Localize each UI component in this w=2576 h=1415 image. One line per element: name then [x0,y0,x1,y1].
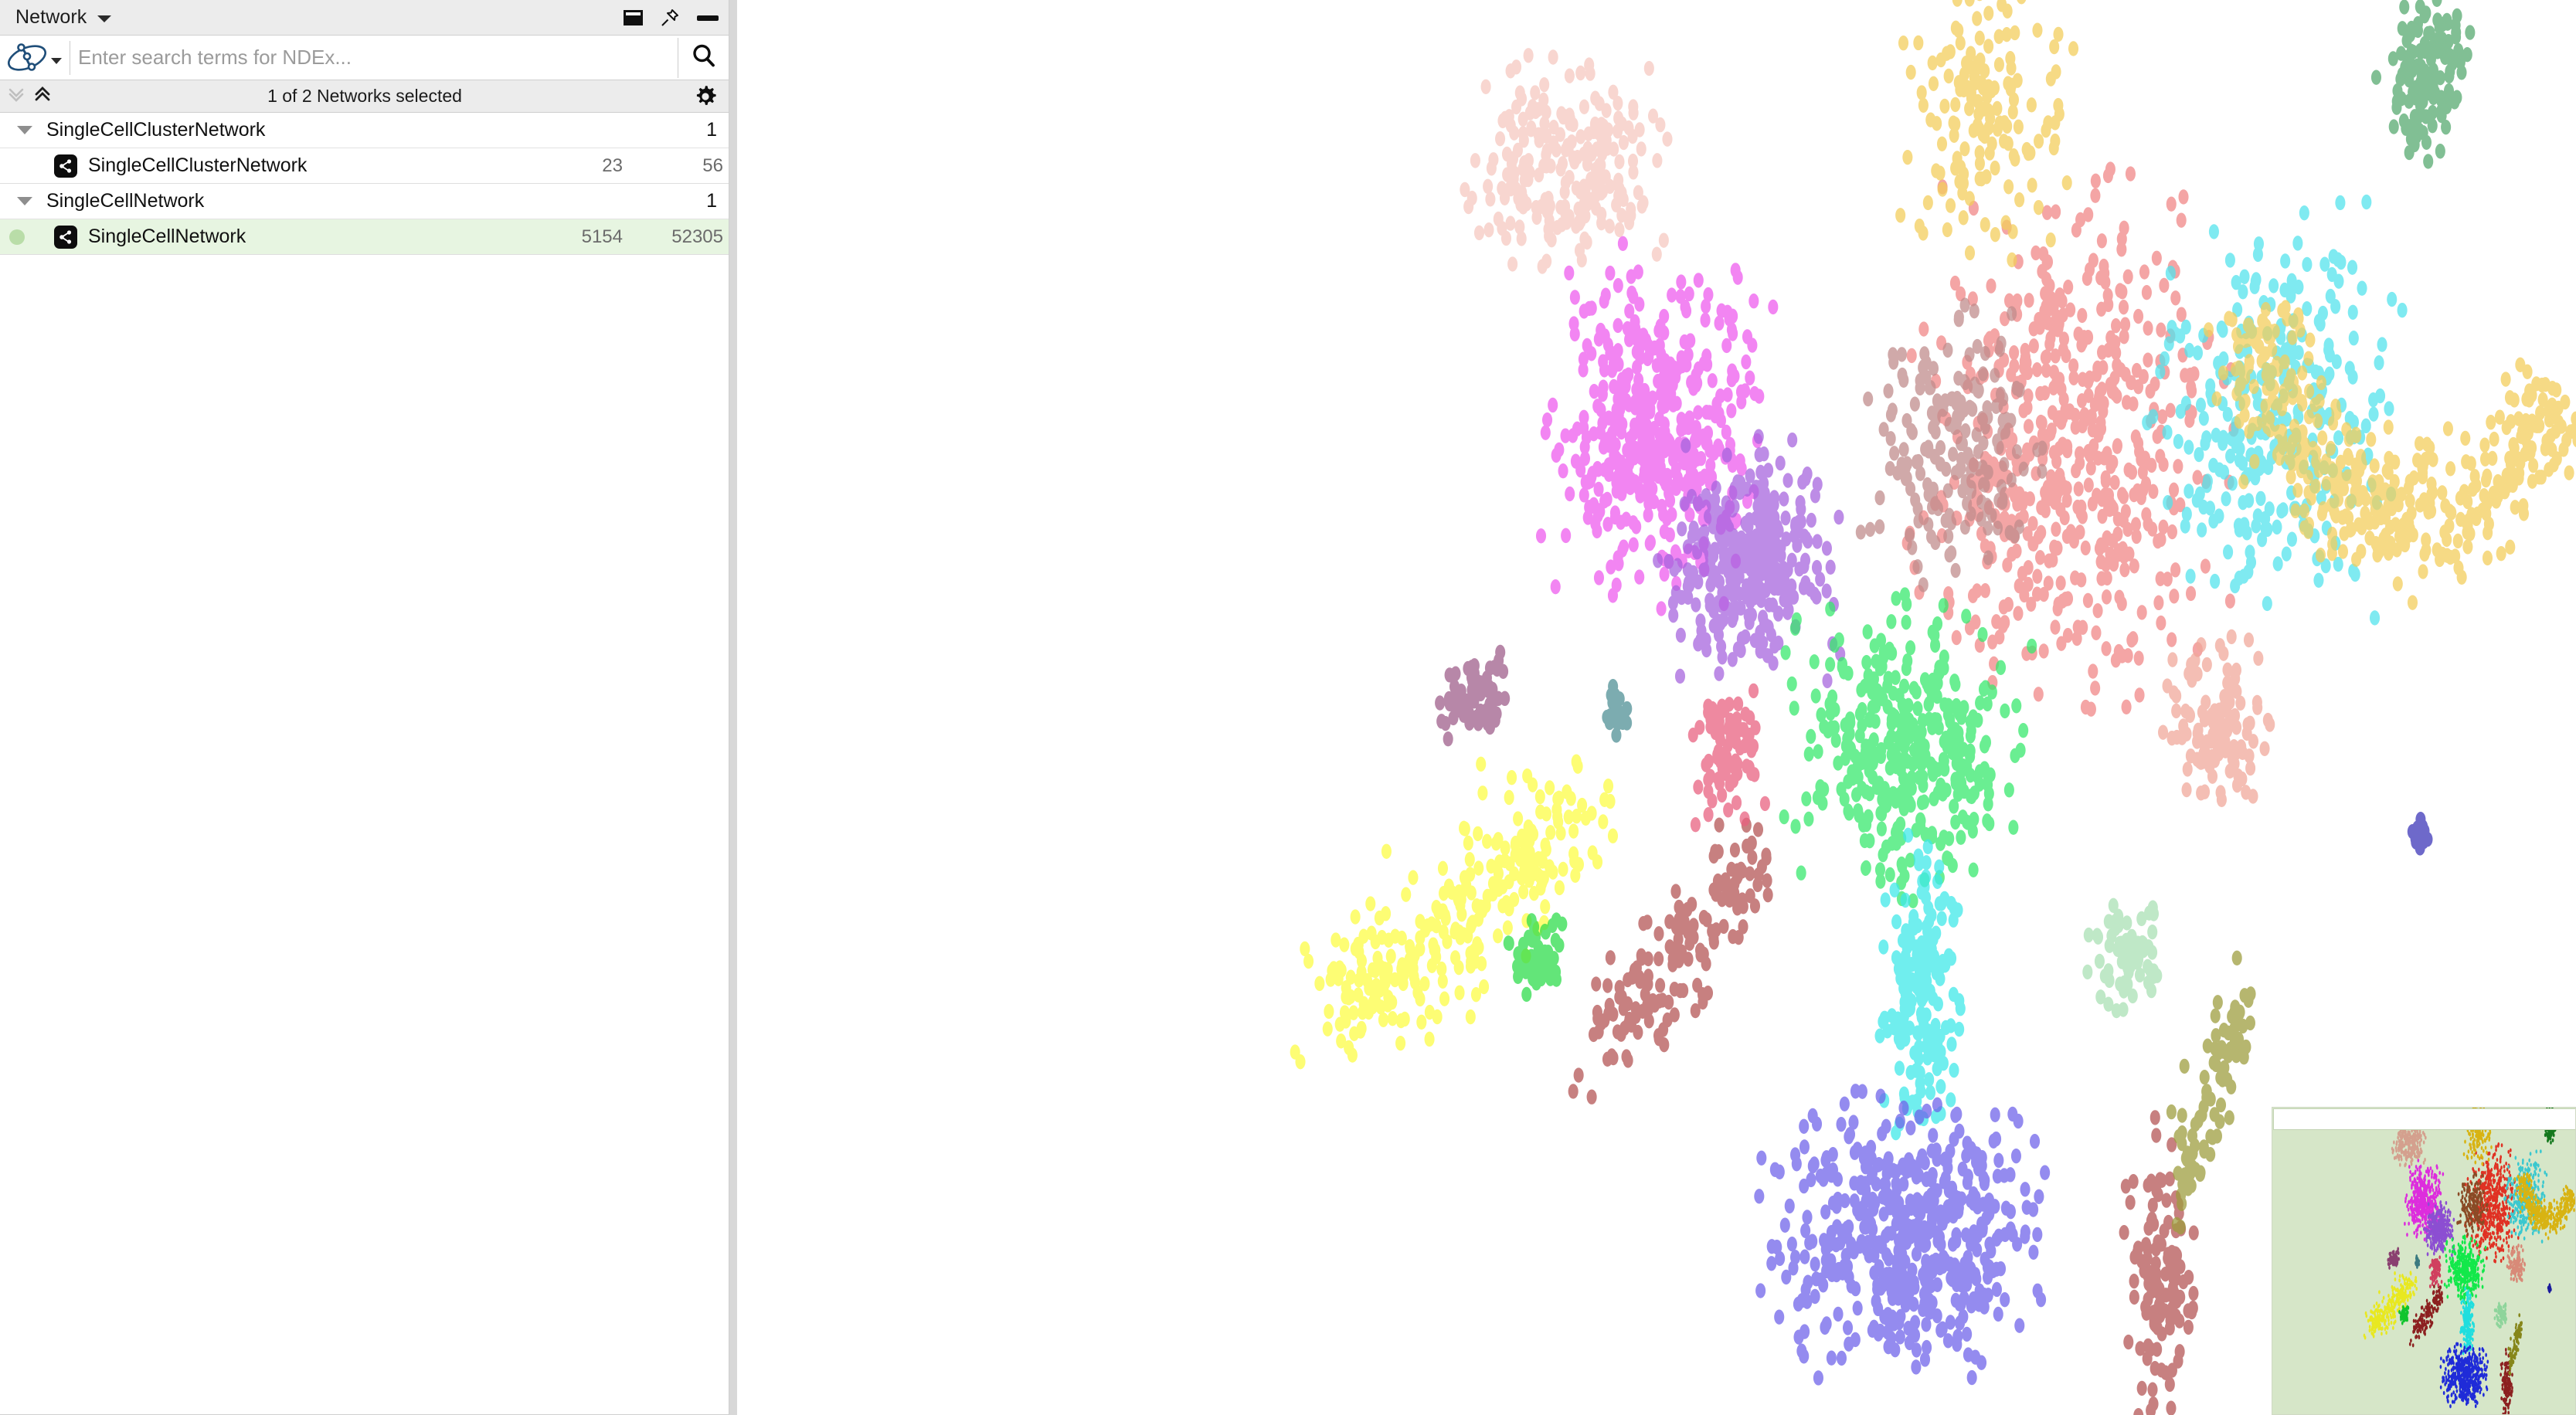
cluster-points [1895,0,2079,268]
ndex-search-bar [0,36,729,80]
cluster-points [2166,950,2256,1235]
chevron-down-icon[interactable] [97,15,112,22]
cluster-points [2513,1172,2575,1240]
cluster-points [1901,161,2239,717]
network-name-label: SingleCellNetwork [88,226,246,247]
network-share-icon [54,225,77,249]
settings-button[interactable] [692,83,719,110]
minimize-icon[interactable] [697,15,719,21]
cluster-points [2493,1301,2508,1329]
cluster-points [2407,811,2433,856]
panel-titlebar: Network [0,0,729,36]
network-counts: 5154 52305 [522,226,723,248]
triangle-down-icon[interactable] [17,197,32,205]
cluster-points [1460,48,1673,274]
gear-icon [692,86,719,112]
edge-count: 56 [702,154,723,176]
triangle-down-icon[interactable] [17,126,32,134]
minimap-scatter [2363,1108,2575,1414]
panel-splitter[interactable] [729,0,737,1415]
cluster-points [2363,1271,2418,1340]
tree-network-row[interactable]: SingleCellNetwork 5154 52305 [0,219,729,255]
tree-group-label: SingleCellClusterNetwork [46,119,266,141]
network-panel: Network Enter search terms for NDEx... 1… [0,0,729,1415]
minimap-viewport-rect[interactable] [2273,1108,2575,1130]
node-count: 5154 [581,226,623,247]
edge-count: 52305 [671,226,723,247]
cluster-points [2439,1342,2489,1409]
node-count: 23 [602,154,623,176]
panel-title: Network [15,6,87,28]
cluster-points [2507,1313,2523,1376]
selection-status-text: 1 of 2 Networks selected [267,86,462,106]
cluster-points [2157,629,2275,808]
pin-icon[interactable] [660,8,680,28]
window-buttons [624,0,719,36]
network-counts: 23 56 [522,155,723,177]
search-button[interactable] [678,36,729,80]
cluster-points [2387,1247,2401,1270]
tree-network-row[interactable]: SingleCellClusterNetwork 23 56 [0,148,729,184]
network-share-icon [54,154,77,178]
chevron-down-icon[interactable] [51,57,62,64]
network-overview-minimap[interactable] [2272,1107,2576,1415]
tree-group-row[interactable]: SingleCellNetwork 1 [0,184,729,219]
double-chevron-down-icon[interactable] [8,84,25,108]
cluster-points [1687,683,1770,833]
double-chevron-up-icon[interactable] [34,84,51,108]
cluster-points [1435,644,1511,747]
tree-group-label: SingleCellNetwork [46,190,205,212]
network-name-label: SingleCellClusterNetwork [88,154,308,176]
tree-toggle-group [8,84,51,108]
selection-status-bar: 1 of 2 Networks selected [0,80,729,113]
cluster-points [2547,1283,2552,1294]
cluster-points [1503,912,1568,1003]
tree-group-row[interactable]: SingleCellClusterNetwork 1 [0,113,729,148]
ndex-logo-icon[interactable] [5,41,49,75]
search-input[interactable] [78,36,678,80]
cluster-points [1290,754,1619,1070]
cytoscape-network-browser: Network Enter search terms for NDEx... 1… [0,0,2576,1415]
tree-group-count: 1 [706,190,717,212]
cluster-points [2370,0,2476,169]
cluster-points [1602,679,1633,743]
network-view-canvas[interactable] [737,0,2576,1415]
cluster-points [2506,1244,2527,1283]
tree-group-count: 1 [706,119,717,141]
cluster-points [2082,898,2163,1019]
cluster-points [2415,1254,2421,1269]
search-icon [690,42,718,73]
cluster-points [2428,1255,2443,1289]
selection-indicator-dot [9,229,25,245]
network-tree: SingleCellClusterNetwork 1 SingleCellClust… [0,113,729,1415]
float-window-icon[interactable] [624,10,643,25]
